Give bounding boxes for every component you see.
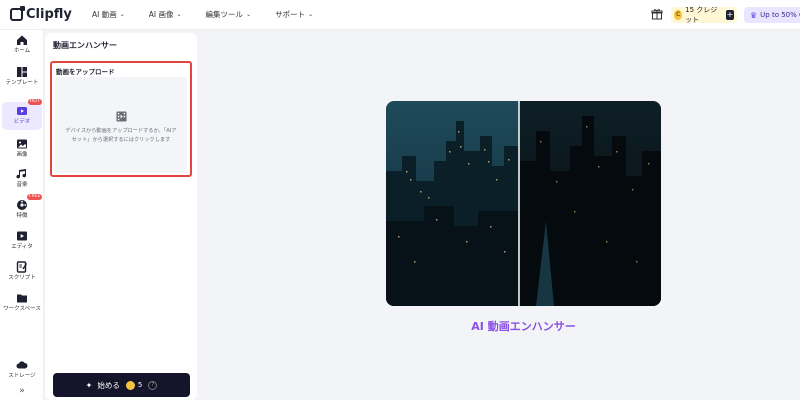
features-icon xyxy=(17,200,27,210)
cloud-icon xyxy=(16,361,28,369)
plus-icon: + xyxy=(725,10,735,20)
credits-button[interactable]: C 15 クレジット + xyxy=(671,6,737,24)
sidebar-item-template[interactable]: テンプレート xyxy=(2,66,42,87)
logo-text: Clipfly xyxy=(26,7,72,22)
script-icon xyxy=(16,261,28,273)
free-badge: FREE xyxy=(27,194,43,200)
upgrade-text: Up to 50% O xyxy=(760,11,800,19)
hot-badge: HOT xyxy=(28,99,42,105)
sidebar-item-workspace[interactable]: ワークスペース xyxy=(2,292,42,313)
sidebar-item-music[interactable]: 音楽 xyxy=(2,168,42,189)
video-upload-icon xyxy=(116,111,127,122)
editor-icon xyxy=(17,231,27,241)
nav-ai-image[interactable]: AI 画像 ⌄ xyxy=(149,9,182,20)
sidebar-item-image[interactable]: 画像 xyxy=(2,138,42,159)
upload-dropzone[interactable]: デバイスから動画をアップロードするか、「AIアセット」から選択するにはクリックし… xyxy=(55,77,187,173)
preview-caption: AI 動画エンハンサー xyxy=(471,320,576,333)
sidebar-item-features[interactable]: 特徴 FREE xyxy=(2,194,43,220)
sidebar-expand-button[interactable]: » xyxy=(2,386,42,396)
template-icon xyxy=(17,67,27,77)
chevron-down-icon: ⌄ xyxy=(176,11,182,18)
logo-icon xyxy=(10,6,25,21)
upgrade-button[interactable]: ♛ Up to 50% O xyxy=(744,7,800,23)
main-nav: AI 動画 ⌄ AI 画像 ⌄ 編集ツール ⌄ サポート ⌄ xyxy=(92,9,337,20)
sidebar-item-home[interactable]: ホーム xyxy=(2,34,42,55)
before-after-preview[interactable] xyxy=(386,101,661,306)
upload-hint: デバイスから動画をアップロードするか、「AIアセット」から選択するにはクリックし… xyxy=(65,128,177,143)
nav-edit-tools[interactable]: 編集ツール ⌄ xyxy=(206,9,252,20)
nav-ai-video[interactable]: AI 動画 ⌄ xyxy=(92,9,125,20)
chevron-down-icon: ⌄ xyxy=(119,11,125,18)
chevron-down-icon: ⌄ xyxy=(246,11,252,18)
top-bar: Clipfly AI 動画 ⌄ AI 画像 ⌄ 編集ツール ⌄ サポート ⌄ C 15 … xyxy=(0,0,800,30)
folder-icon xyxy=(17,294,27,303)
credits-text: 15 クレジット xyxy=(685,6,718,24)
gift-icon[interactable] xyxy=(650,8,663,21)
help-icon[interactable]: ? xyxy=(148,380,158,390)
logo[interactable]: Clipfly xyxy=(10,6,72,22)
sidebar-item-script[interactable]: スクリプト xyxy=(2,261,42,282)
magic-wand-icon: ✦ xyxy=(85,380,93,390)
music-icon xyxy=(16,169,27,179)
home-icon xyxy=(17,35,27,45)
coin-icon xyxy=(125,380,135,390)
image-icon xyxy=(17,139,27,149)
sidebar-item-editor[interactable]: エディタ xyxy=(2,230,42,251)
upload-label: 動画をアップロード xyxy=(56,68,115,76)
panel-title: 動画エンハンサー xyxy=(53,41,117,50)
upload-section: 動画をアップロード デバイスから動画をアップロードするか、「AIアセット」から選… xyxy=(50,61,192,177)
coin-icon: C xyxy=(674,10,683,20)
crown-icon: ♛ xyxy=(750,10,758,20)
start-button-label: 始める xyxy=(97,380,120,390)
chevron-down-icon: ⌄ xyxy=(308,11,314,18)
credit-cost: 5 xyxy=(137,381,143,389)
start-button[interactable]: ✦ 始める 5 ? xyxy=(53,373,190,397)
sidebar-item-video[interactable]: ビデオ HOT xyxy=(2,99,42,130)
city-preview-image xyxy=(386,101,661,306)
nav-support[interactable]: サポート ⌄ xyxy=(275,9,313,20)
left-sidebar: ホーム テンプレート ビデオ HOT 画像 音楽 特徴 FREE エディタ スク… xyxy=(0,30,44,400)
video-icon xyxy=(17,107,27,115)
sidebar-item-storage[interactable]: ストレージ xyxy=(2,359,42,380)
